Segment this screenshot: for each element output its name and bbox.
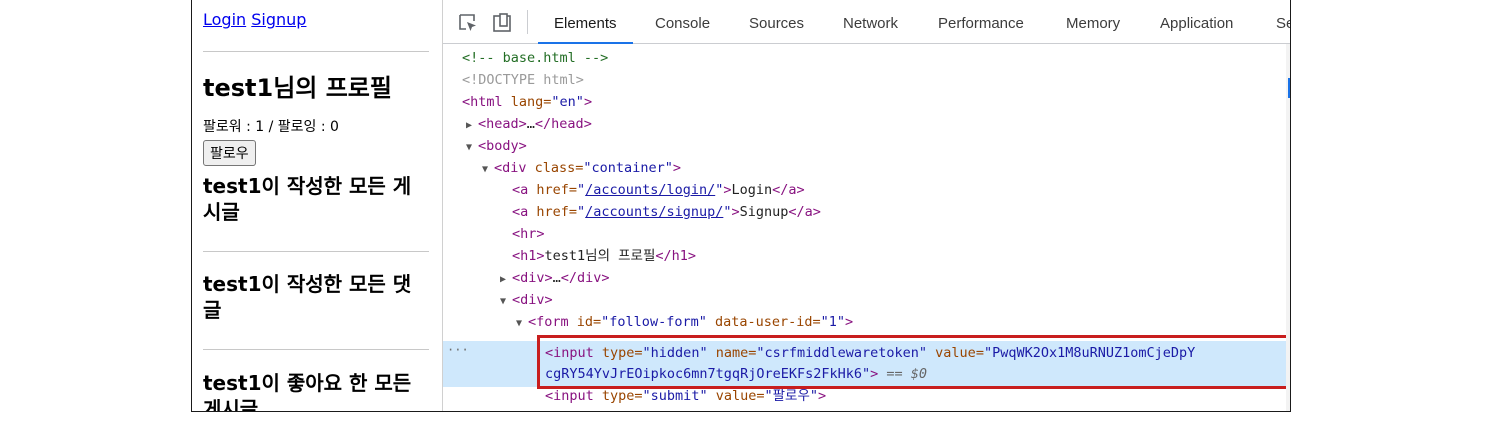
auth-links: Login Signup	[203, 11, 306, 29]
dom-line-div-collapsed[interactable]: ▶ <div>…</div>	[500, 268, 610, 288]
tab-sources[interactable]: Sources	[749, 0, 804, 43]
tab-elements[interactable]: Elements	[538, 0, 632, 44]
divider	[203, 251, 429, 252]
tab-network[interactable]: Network	[843, 0, 898, 43]
expand-arrow-icon[interactable]: ▶	[466, 116, 478, 136]
divider	[203, 349, 429, 350]
collapse-arrow-icon[interactable]: ▼	[466, 138, 478, 158]
signup-link[interactable]: Signup	[251, 10, 306, 29]
dom-line-head[interactable]: ▶ <head>…</head>	[466, 114, 592, 134]
dom-line-doctype[interactable]: <!DOCTYPE html>	[462, 70, 584, 90]
tab-performance[interactable]: Performance	[938, 0, 1024, 43]
tab-memory[interactable]: Memory	[1066, 0, 1120, 43]
login-link[interactable]: Login	[203, 10, 246, 29]
follow-stats: 팔로워 : 1 / 팔로잉 : 0	[203, 119, 339, 135]
posts-heading: test1이 작성한 모든 게시글	[203, 174, 412, 224]
devtools-panel: Elements Console Sources Network Perform…	[442, 0, 1290, 411]
devtools-tabbar: Elements Console Sources Network Perform…	[443, 0, 1290, 44]
dom-line-submit-input[interactable]: <input type="submit" value="팔로우">	[545, 386, 826, 406]
dom-line-comment[interactable]: <!-- base.html -->	[462, 48, 608, 68]
comments-heading: test1이 작성한 모든 댓글	[203, 272, 412, 322]
collapse-arrow-icon[interactable]: ▼	[516, 314, 528, 334]
collapse-arrow-icon[interactable]: ▼	[482, 160, 494, 180]
likes-heading: test1이 좋아요 한 모든 게시글	[203, 371, 412, 411]
dom-line-body[interactable]: ▼ <body>	[466, 136, 527, 156]
tab-security[interactable]: Se	[1276, 0, 1290, 43]
dom-line-hr[interactable]: <hr>	[512, 224, 545, 244]
collapse-arrow-icon[interactable]: ▼	[500, 292, 512, 312]
dom-line-div-open[interactable]: ▼ <div>	[500, 290, 553, 310]
more-options-icon[interactable]: ···	[447, 343, 469, 357]
dom-line-login-anchor[interactable]: <a href="/accounts/login/">Login</a>	[512, 180, 805, 200]
rendered-page: Login Signup test1님의 프로필 팔로워 : 1 / 팔로잉 :…	[192, 0, 441, 411]
tab-application[interactable]: Application	[1160, 0, 1233, 43]
dom-line-container[interactable]: ▼ <div class="container">	[482, 158, 681, 178]
profile-title: test1님의 프로필	[203, 74, 392, 102]
scroll-marker	[1288, 78, 1290, 98]
divider	[203, 51, 429, 52]
expand-arrow-icon[interactable]: ▶	[500, 270, 512, 290]
dom-line-h1[interactable]: <h1>test1님의 프로필</h1>	[512, 246, 696, 266]
screenshot-frame: Login Signup test1님의 프로필 팔로워 : 1 / 팔로잉 :…	[191, 0, 1291, 412]
tab-console[interactable]: Console	[655, 0, 710, 43]
inspect-element-icon[interactable]	[457, 12, 479, 34]
device-toolbar-icon[interactable]	[491, 12, 513, 34]
toolbar-separator	[527, 10, 528, 34]
follow-button[interactable]: 팔로우	[203, 140, 256, 166]
elements-dom-tree: ··· <!-- base.html --> <!DOCTYPE html> <…	[443, 44, 1290, 411]
vertical-scrollbar[interactable]	[1286, 44, 1290, 411]
dom-line-follow-form[interactable]: ▼ <form id="follow-form" data-user-id="1"…	[516, 312, 853, 332]
dom-line-html[interactable]: <html lang="en">	[462, 92, 592, 112]
dom-line-signup-anchor[interactable]: <a href="/accounts/signup/">Signup</a>	[512, 202, 821, 222]
annotation-highlight-box	[537, 335, 1289, 389]
